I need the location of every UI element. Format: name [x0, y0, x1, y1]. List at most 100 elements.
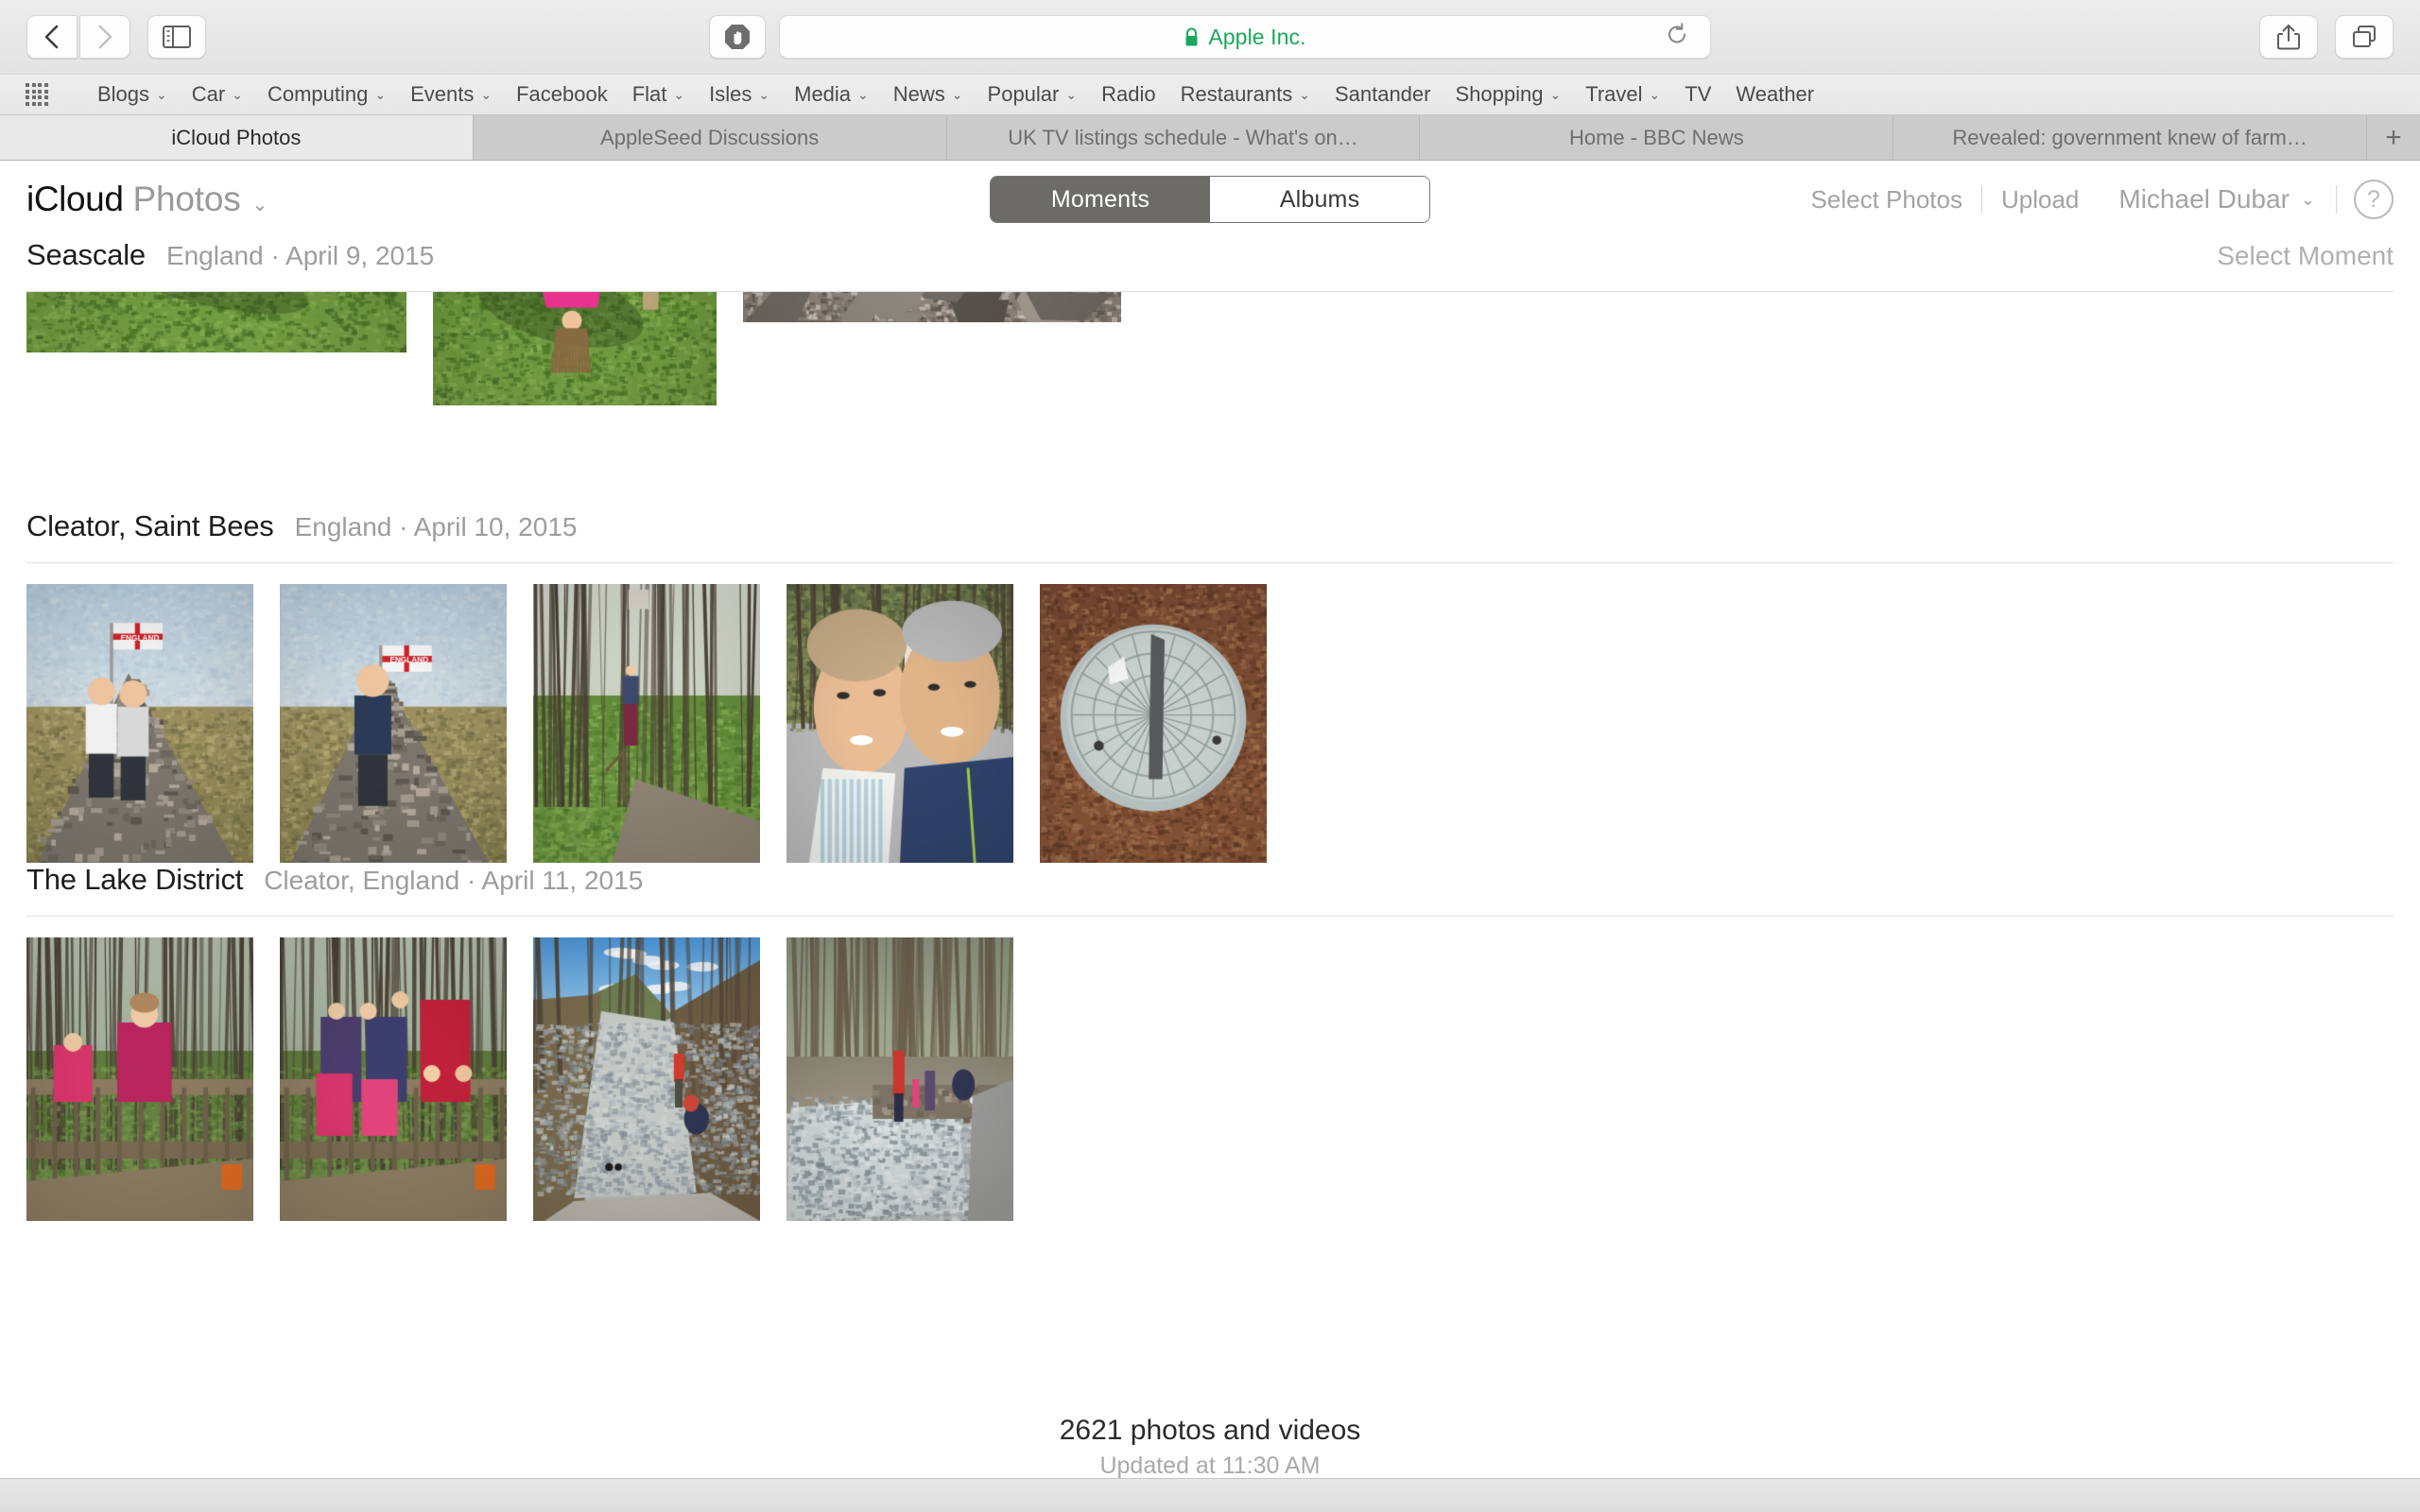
- bookmark-item-popular[interactable]: Popular ⌄: [976, 79, 1090, 110]
- photo-image: [743, 292, 1121, 322]
- chevron-down-icon: ⌄: [374, 88, 386, 101]
- bookmark-item-weather[interactable]: Weather: [1723, 79, 1826, 110]
- bookmark-label: Travel: [1585, 82, 1642, 107]
- photo-thumbnail-family-on-wooden-bridge[interactable]: [280, 937, 507, 1221]
- photo-thumbnail-children-on-river-shingle[interactable]: [786, 937, 1013, 1221]
- moment-section: The Lake District Cleator, England · Apri…: [0, 863, 2420, 1221]
- tab-albums[interactable]: Albums: [1210, 177, 1429, 222]
- photo-image: [26, 292, 406, 352]
- photo-thumbnail-couple-selfie-outdoors[interactable]: [786, 584, 1013, 863]
- show-tab-overview-button[interactable]: [2335, 15, 2394, 59]
- header-actions: Select Photos Upload Michael Dubar ⌄ ?: [1792, 180, 2394, 219]
- moment-title[interactable]: Seascale: [26, 238, 146, 272]
- updated-time: Updated at 11:30 AM: [0, 1452, 2420, 1480]
- bookmark-label: Popular: [988, 82, 1060, 107]
- address-bar-group: Apple Inc.: [709, 15, 1711, 59]
- chevron-down-icon: ⌄: [1299, 88, 1310, 101]
- select-moment-button[interactable]: Select Moment: [2217, 241, 2394, 271]
- bookmark-item-media[interactable]: Media ⌄: [782, 79, 881, 110]
- photo-thumbnail-children-upside-down-on-bar[interactable]: [26, 292, 406, 352]
- browser-toolbar: Apple Inc.: [0, 0, 2420, 74]
- show-favorites-button[interactable]: [21, 83, 53, 106]
- photo-image: [433, 292, 717, 405]
- moment-section: Seascale England · April 9, 2015 Select Mo…: [0, 238, 2420, 509]
- divider: [2336, 185, 2337, 214]
- address-bar[interactable]: Apple Inc.: [779, 15, 1711, 59]
- bookmark-item-events[interactable]: Events ⌄: [398, 79, 504, 110]
- photo-image: [26, 584, 253, 863]
- browser-tab-title: AppleSeed Discussions: [600, 126, 819, 150]
- library-stats: 2621 photos and videos Updated at 11:30 …: [0, 1415, 2420, 1480]
- photo-thumbnail-person-with-dogs-on-rocks[interactable]: [743, 292, 1121, 322]
- photo-count: 2621 photos and videos: [0, 1415, 2420, 1447]
- moment-title[interactable]: Cleator, Saint Bees: [26, 509, 274, 543]
- chevron-down-icon: ⌄: [1549, 88, 1561, 101]
- bookmark-item-santander[interactable]: Santander: [1322, 79, 1443, 110]
- new-tab-button[interactable]: +: [2367, 115, 2420, 160]
- browser-tab-2[interactable]: UK TV listings schedule - What's on…: [947, 115, 1421, 160]
- bookmark-item-isles[interactable]: Isles ⌄: [697, 79, 782, 110]
- photo-thumbnail-child-on-rope-swing-in-woods[interactable]: [533, 584, 760, 863]
- bookmark-item-news[interactable]: News ⌄: [881, 79, 976, 110]
- browser-tab-title: iCloud Photos: [171, 126, 301, 150]
- bookmark-item-shopping[interactable]: Shopping ⌄: [1443, 79, 1573, 110]
- chevron-down-icon: ⌄: [857, 88, 869, 101]
- chevron-down-icon: ⌄: [232, 88, 243, 101]
- sidebar-icon: [163, 26, 191, 48]
- browser-tab-4[interactable]: Revealed: government knew of farm…: [1893, 115, 2367, 160]
- tab-moments[interactable]: Moments: [991, 177, 1210, 222]
- divider: [26, 562, 2394, 563]
- chevron-down-icon: ⌄: [2301, 190, 2315, 210]
- forward-button[interactable]: [79, 15, 130, 59]
- bookmark-item-travel[interactable]: Travel ⌄: [1573, 79, 1672, 110]
- photo-thumbnail-two-girls-on-wooden-bridge[interactable]: [26, 937, 253, 1221]
- reload-button[interactable]: [1665, 23, 1689, 52]
- photo-thumbnail-two-people-england-flag-cairn[interactable]: [26, 584, 253, 863]
- browser-tab-0[interactable]: iCloud Photos: [0, 115, 474, 160]
- shield-stop-icon: [723, 23, 752, 51]
- bookmark-item-facebook[interactable]: Facebook: [504, 79, 620, 110]
- bookmark-label: Radio: [1101, 82, 1155, 107]
- moment-section: Cleator, Saint Bees England · April 10, 2…: [0, 509, 2420, 863]
- bookmark-item-car[interactable]: Car ⌄: [180, 79, 255, 110]
- photo-image: [280, 584, 507, 863]
- photo-grid: [0, 292, 2420, 509]
- brand-icloud: iCloud: [26, 180, 124, 219]
- photo-image: [786, 584, 1013, 863]
- select-photos-button[interactable]: Select Photos: [1792, 185, 1981, 215]
- chevron-down-icon: ⌄: [758, 88, 769, 101]
- bookmark-label: Shopping: [1455, 82, 1543, 107]
- bookmark-item-flat[interactable]: Flat ⌄: [620, 79, 697, 110]
- photo-image: [533, 584, 760, 863]
- divider: [26, 916, 2394, 917]
- moment-header: The Lake District Cleator, England · Apri…: [0, 863, 2420, 916]
- bookmark-item-tv[interactable]: TV: [1672, 79, 1723, 110]
- bookmark-item-blogs[interactable]: Blogs ⌄: [85, 79, 180, 110]
- bookmark-item-restaurants[interactable]: Restaurants ⌄: [1168, 79, 1322, 110]
- photo-thumbnail-man-england-flag-cairn[interactable]: [280, 584, 507, 863]
- photo-thumbnail-river-valley-with-walkers[interactable]: [533, 937, 760, 1221]
- icloud-photos-brand[interactable]: iCloud Photos ⌄: [26, 180, 268, 219]
- icloud-photos-page: iCloud Photos ⌄ Moments Albums Select Ph…: [0, 161, 2420, 1512]
- bookmark-label: Blogs: [97, 82, 149, 107]
- photo-thumbnail-girl-hanging-upside-down[interactable]: [433, 292, 717, 405]
- chevron-down-icon: ⌄: [1065, 88, 1077, 101]
- chevron-down-icon[interactable]: ⌄: [252, 193, 268, 216]
- browser-tab-title: Home - BBC News: [1569, 126, 1744, 150]
- browser-tab-1[interactable]: AppleSeed Discussions: [474, 115, 947, 160]
- upload-button[interactable]: Upload: [1982, 185, 2098, 215]
- help-button[interactable]: ?: [2354, 180, 2394, 219]
- moment-title[interactable]: The Lake District: [26, 863, 243, 897]
- bookmark-label: Media: [794, 82, 851, 107]
- bookmark-item-radio[interactable]: Radio: [1089, 79, 1167, 110]
- bookmark-label: TV: [1685, 82, 1711, 107]
- content-blocker-button[interactable]: [709, 15, 766, 59]
- bookmark-item-computing[interactable]: Computing ⌄: [255, 79, 398, 110]
- back-button[interactable]: [26, 15, 78, 59]
- sidebar-toggle-button[interactable]: [147, 15, 206, 59]
- tab-overview-icon: [2351, 24, 2377, 50]
- share-button[interactable]: [2259, 15, 2318, 59]
- account-menu[interactable]: Michael Dubar ⌄: [2098, 184, 2336, 215]
- browser-tab-3[interactable]: Home - BBC News: [1420, 115, 1893, 160]
- photo-thumbnail-weathered-sundial[interactable]: [1040, 584, 1267, 863]
